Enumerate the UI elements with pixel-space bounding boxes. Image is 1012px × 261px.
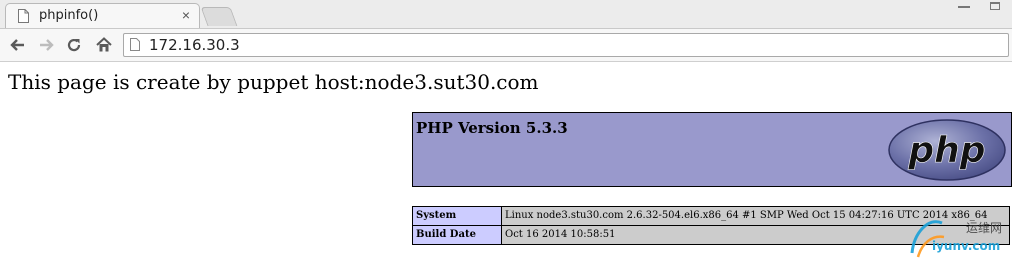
maximize-icon[interactable]	[990, 2, 1000, 10]
forward-button[interactable]	[35, 33, 59, 57]
tab-title: phpinfo()	[39, 8, 99, 23]
address-bar[interactable]: 172.16.30.3	[123, 33, 1009, 57]
back-arrow-icon	[10, 39, 24, 51]
minimize-icon[interactable]	[958, 6, 970, 8]
php-version-header: PHP Version 5.3.3 php	[412, 112, 1012, 187]
tab-close-icon[interactable]: ×	[182, 7, 190, 23]
php-version-title: PHP Version 5.3.3	[416, 119, 568, 137]
php-logo-text: php	[907, 130, 985, 171]
back-button[interactable]	[5, 33, 29, 57]
home-button[interactable]	[92, 33, 116, 57]
new-tab-button[interactable]	[200, 7, 238, 26]
tab-strip: phpinfo() ×	[0, 0, 1012, 29]
address-text: 172.16.30.3	[149, 36, 240, 54]
forward-arrow-icon	[40, 39, 54, 51]
reload-button[interactable]	[62, 33, 86, 57]
watermark-text-cn: 运维网	[966, 221, 1003, 235]
php-logo: php	[888, 119, 1006, 181]
page-icon	[130, 38, 140, 51]
watermark-logo: 运维网 iyunv.com	[908, 213, 1012, 261]
home-icon	[96, 37, 112, 52]
document-icon	[18, 9, 29, 23]
tab-phpinfo[interactable]: phpinfo() ×	[5, 3, 200, 28]
reload-icon	[67, 38, 81, 52]
info-key-build-date: Build Date	[412, 225, 502, 245]
watermark-swoosh-icon	[910, 220, 945, 258]
info-key-system: System	[412, 206, 502, 226]
watermark-text-domain: iyunv.com	[932, 239, 1001, 253]
browser-toolbar: 172.16.30.3	[0, 29, 1012, 62]
page-heading: This page is create by puppet host:node3…	[8, 70, 539, 94]
